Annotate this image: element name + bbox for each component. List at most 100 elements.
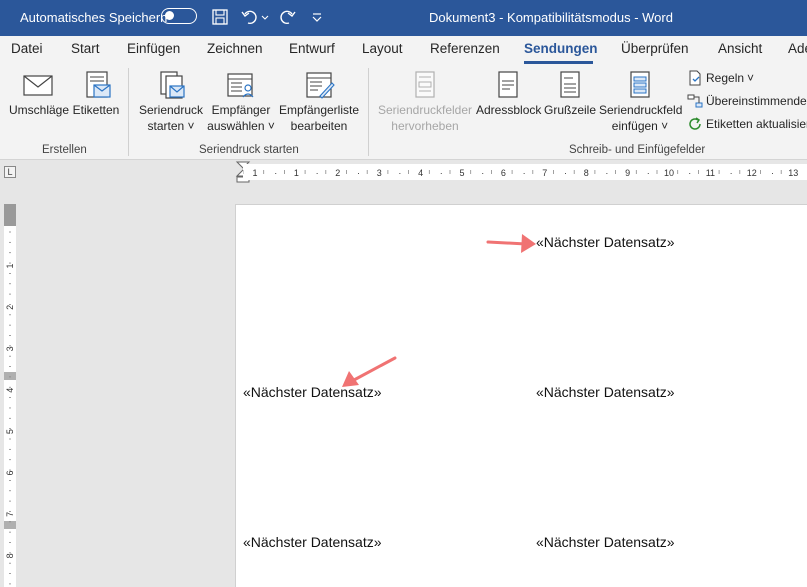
labels-icon (86, 71, 111, 98)
group-label-felder: Schreib- und Einfügefelder (569, 144, 706, 156)
insert-merge-field-button[interactable]: Seriendruckfeld einfügen ˅ (599, 70, 683, 134)
vertical-ruler[interactable]: 1 2 3 4 5 6 7 8 (4, 204, 16, 587)
tab-zeichnen[interactable]: Zeichnen (207, 41, 263, 56)
labels-button[interactable]: Etiketten (72, 70, 120, 118)
chevron-down-icon: ˅ (747, 71, 755, 85)
insert-merge-field-label-1: Seriendruckfeld (599, 103, 683, 117)
annotation-arrow-down-left-icon (342, 356, 397, 387)
ruler-label: · (688, 168, 691, 178)
ruler-label: 11 (706, 168, 715, 178)
tab-referenzen[interactable]: Referenzen (430, 41, 500, 56)
undo-icon[interactable] (240, 6, 270, 28)
rules-label: Regeln (706, 71, 745, 85)
document-title: Dokument3 - Kompatibilitätsmodus - Word (429, 10, 673, 25)
select-recipients-button[interactable]: Empfänger auswählen ˅ (207, 70, 275, 134)
redo-icon[interactable] (278, 6, 298, 28)
address-block-label: Adressblock (476, 103, 542, 117)
ruler-label: 7 (5, 512, 15, 517)
toggle-knob (165, 11, 174, 20)
start-mail-merge-label-2: starten (147, 119, 185, 133)
ruler-label: 4 (418, 168, 423, 178)
start-mail-merge-button[interactable]: Seriendruck starten ˅ (138, 70, 204, 134)
group-separator (368, 68, 369, 156)
customize-icon[interactable] (310, 6, 324, 28)
address-block-button[interactable]: Adressblock (476, 70, 542, 118)
highlight-fields-label-1: Seriendruckfelder (377, 103, 473, 117)
merge-field-next-record[interactable]: «Nächster Datensatz» (536, 234, 675, 250)
ruler-row: L 1 · 1 · 2 · 3 · 4 · 5 · 6 · 7 · 8 · 9 · 10 · 11 · 12 · 13 (0, 160, 807, 184)
refresh-icon (689, 117, 701, 130)
ruler-label: · (523, 168, 526, 178)
ribbon-tabs: Datei Start Einfügen Zeichnen Entwurf La… (0, 36, 807, 64)
tab-ueberpruefen[interactable]: Überprüfen (621, 41, 689, 56)
highlight-fields-icon (415, 71, 435, 98)
ruler-label: · (481, 168, 484, 178)
autosave-toggle[interactable] (161, 8, 197, 24)
autosave-label: Automatisches Speichern (20, 10, 168, 25)
ruler-label: · (730, 168, 733, 178)
merge-field-next-record[interactable]: «Nächster Datensatz» (243, 534, 382, 550)
ruler-label: 4 (5, 388, 15, 393)
save-icon[interactable] (211, 6, 229, 28)
update-labels-button[interactable]: Etiketten aktualisier (687, 116, 807, 132)
match-fields-icon (687, 94, 703, 108)
edit-list-icon (306, 72, 335, 99)
ruler-label: 2 (335, 168, 340, 178)
ruler-label: · (564, 168, 567, 178)
chevron-down-icon: ˅ (657, 119, 669, 133)
group-separator (128, 68, 129, 156)
tab-entwurf[interactable]: Entwurf (289, 41, 335, 56)
highlight-fields-label-2: hervorheben (391, 119, 459, 133)
rules-button[interactable]: Regeln ˅ (687, 70, 754, 86)
envelopes-label: Umschläge (9, 103, 70, 117)
ruler-label: · (357, 168, 360, 178)
envelope-icon (23, 75, 53, 96)
labels-label: Etiketten (72, 103, 120, 117)
ruler-label: 5 (459, 168, 464, 178)
ruler-label: · (605, 168, 608, 178)
ruler-label: · (398, 168, 401, 178)
insert-field-icon (630, 71, 650, 98)
ruler-label: 6 (501, 168, 506, 178)
ruler-label: · (274, 168, 277, 178)
ruler-label: · (647, 168, 650, 178)
tab-ade[interactable]: Ade (788, 41, 807, 56)
tab-selector[interactable]: L (4, 166, 16, 178)
tab-ansicht[interactable]: Ansicht (718, 41, 762, 56)
edit-recipient-list-button[interactable]: Empfängerliste bearbeiten (278, 70, 360, 134)
ruler-label: · (316, 168, 319, 178)
envelopes-button[interactable]: Umschläge (9, 70, 70, 118)
ruler-label: 8 (584, 168, 589, 178)
document-page[interactable]: «Nächster Datensatz» «Nächster Datensatz… (235, 204, 807, 587)
group-label-seriendruck: Seriendruck starten (199, 144, 299, 156)
tab-datei[interactable]: Datei (11, 41, 43, 56)
ruler-label: 2 (5, 305, 15, 310)
greeting-line-button[interactable]: Grußzeile (544, 70, 596, 118)
ruler-label: 8 (5, 553, 15, 558)
highlight-merge-fields-button[interactable]: Seriendruckfelder hervorheben (377, 70, 473, 134)
start-mail-merge-label-1: Seriendruck (138, 103, 204, 117)
ruler-label: 1 (294, 168, 299, 178)
ruler-label: 3 (377, 168, 382, 178)
edit-recipient-list-label-1: Empfängerliste (278, 103, 360, 117)
horizontal-ruler[interactable]: 1 · 1 · 2 · 3 · 4 · 5 · 6 · 7 · 8 · 9 · 10 · 11 · 12 · 13 (243, 164, 807, 180)
merge-field-next-record[interactable]: «Nächster Datensatz» (536, 534, 675, 550)
tab-sendungen[interactable]: Sendungen (524, 41, 598, 56)
tab-layout[interactable]: Layout (362, 41, 403, 56)
merge-field-next-record[interactable]: «Nächster Datensatz» (536, 384, 675, 400)
ribbon: Umschläge Etiketten Erstellen Seriendruc… (0, 64, 807, 160)
match-fields-button[interactable]: Übereinstimmende (687, 93, 807, 109)
tab-einfuegen[interactable]: Einfügen (127, 41, 180, 56)
group-label-erstellen: Erstellen (42, 144, 87, 156)
insert-merge-field-label-2: einfügen (611, 119, 658, 133)
ruler-label: 1 (252, 168, 257, 178)
annotation-arrow-right-icon (486, 234, 536, 253)
chevron-down-icon: ˅ (184, 119, 195, 133)
greeting-line-icon (560, 71, 580, 98)
ruler-label: 12 (747, 168, 757, 178)
ruler-label: 10 (664, 168, 674, 178)
select-recipients-label-1: Empfänger (211, 103, 271, 117)
match-fields-label: Übereinstimmende (706, 94, 807, 108)
ruler-label: 7 (542, 168, 547, 178)
tab-start[interactable]: Start (71, 41, 100, 56)
